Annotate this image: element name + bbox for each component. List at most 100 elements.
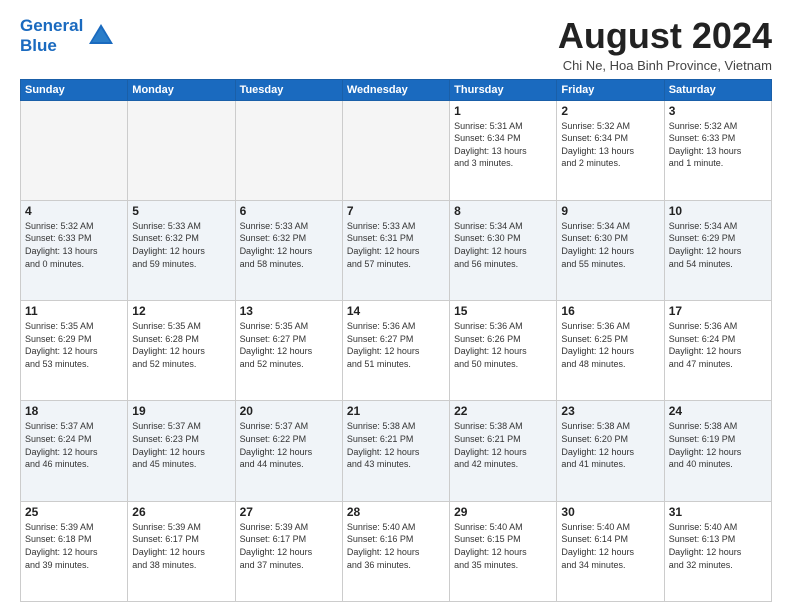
calendar-cell: 17 Sunrise: 5:36 AM Sunset: 6:24 PM Dayli… [664,301,771,401]
calendar-cell: 14 Sunrise: 5:36 AM Sunset: 6:27 PM Dayli… [342,301,449,401]
weekday-header-friday: Friday [557,79,664,100]
day-number: 26 [132,505,230,519]
day-info: Sunrise: 5:33 AM Sunset: 6:32 PM Dayligh… [132,220,230,270]
day-number: 10 [669,204,767,218]
weekday-header-sunday: Sunday [21,79,128,100]
calendar-cell [128,100,235,200]
weekday-header-monday: Monday [128,79,235,100]
weekday-header-wednesday: Wednesday [342,79,449,100]
day-number: 28 [347,505,445,519]
day-info: Sunrise: 5:31 AM Sunset: 6:34 PM Dayligh… [454,120,552,170]
calendar-header: SundayMondayTuesdayWednesdayThursdayFrid… [21,79,772,100]
day-number: 20 [240,404,338,418]
calendar-cell: 31 Sunrise: 5:40 AM Sunset: 6:13 PM Dayli… [664,501,771,601]
calendar-week-row-3: 11 Sunrise: 5:35 AM Sunset: 6:29 PM Dayli… [21,301,772,401]
day-number: 21 [347,404,445,418]
day-number: 25 [25,505,123,519]
day-number: 3 [669,104,767,118]
day-info: Sunrise: 5:39 AM Sunset: 6:17 PM Dayligh… [240,521,338,571]
day-info: Sunrise: 5:32 AM Sunset: 6:33 PM Dayligh… [25,220,123,270]
calendar-cell: 3 Sunrise: 5:32 AM Sunset: 6:33 PM Daylig… [664,100,771,200]
calendar-week-row-1: 1 Sunrise: 5:31 AM Sunset: 6:34 PM Daylig… [21,100,772,200]
day-number: 17 [669,304,767,318]
calendar-cell: 2Sunrise: 5:32 AM Sunset: 6:34 PM Daylig… [557,100,664,200]
day-number: 29 [454,505,552,519]
day-info: Sunrise: 5:36 AM Sunset: 6:27 PM Dayligh… [347,320,445,370]
day-info: Sunrise: 5:38 AM Sunset: 6:20 PM Dayligh… [561,420,659,470]
day-number: 14 [347,304,445,318]
weekday-header-tuesday: Tuesday [235,79,342,100]
calendar-cell: 10 Sunrise: 5:34 AM Sunset: 6:29 PM Dayli… [664,200,771,300]
day-number: 4 [25,204,123,218]
day-info: Sunrise: 5:40 AM Sunset: 6:13 PM Dayligh… [669,521,767,571]
day-number: 27 [240,505,338,519]
day-number: 16 [561,304,659,318]
day-info: Sunrise: 5:32 AM Sunset: 6:33 PM Dayligh… [669,120,767,170]
calendar-week-row-5: 25 Sunrise: 5:39 AM Sunset: 6:18 PM Dayli… [21,501,772,601]
calendar-cell: 25 Sunrise: 5:39 AM Sunset: 6:18 PM Dayli… [21,501,128,601]
logo: General Blue [20,16,115,55]
calendar-cell: 30 Sunrise: 5:40 AM Sunset: 6:14 PM Dayli… [557,501,664,601]
weekday-header-saturday: Saturday [664,79,771,100]
day-info: Sunrise: 5:38 AM Sunset: 6:21 PM Dayligh… [454,420,552,470]
calendar-cell: 22Sunrise: 5:38 AM Sunset: 6:21 PM Dayli… [450,401,557,501]
day-info: Sunrise: 5:37 AM Sunset: 6:22 PM Dayligh… [240,420,338,470]
calendar-cell: 21 Sunrise: 5:38 AM Sunset: 6:21 PM Dayli… [342,401,449,501]
day-number: 6 [240,204,338,218]
day-info: Sunrise: 5:36 AM Sunset: 6:26 PM Dayligh… [454,320,552,370]
calendar-cell: 19 Sunrise: 5:37 AM Sunset: 6:23 PM Dayli… [128,401,235,501]
calendar-cell: 4 Sunrise: 5:32 AM Sunset: 6:33 PM Daylig… [21,200,128,300]
title-block: August 2024 Chi Ne, Hoa Binh Province, V… [558,16,772,73]
day-info: Sunrise: 5:32 AM Sunset: 6:34 PM Dayligh… [561,120,659,170]
calendar-cell: 9Sunrise: 5:34 AM Sunset: 6:30 PM Daylig… [557,200,664,300]
day-number: 5 [132,204,230,218]
day-number: 12 [132,304,230,318]
day-info: Sunrise: 5:39 AM Sunset: 6:17 PM Dayligh… [132,521,230,571]
day-info: Sunrise: 5:36 AM Sunset: 6:25 PM Dayligh… [561,320,659,370]
calendar-cell: 28 Sunrise: 5:40 AM Sunset: 6:16 PM Dayli… [342,501,449,601]
calendar-cell: 5 Sunrise: 5:33 AM Sunset: 6:32 PM Daylig… [128,200,235,300]
day-info: Sunrise: 5:38 AM Sunset: 6:19 PM Dayligh… [669,420,767,470]
calendar-cell: 7 Sunrise: 5:33 AM Sunset: 6:31 PM Daylig… [342,200,449,300]
day-number: 7 [347,204,445,218]
day-info: Sunrise: 5:37 AM Sunset: 6:23 PM Dayligh… [132,420,230,470]
day-number: 30 [561,505,659,519]
day-info: Sunrise: 5:36 AM Sunset: 6:24 PM Dayligh… [669,320,767,370]
weekday-header-row: SundayMondayTuesdayWednesdayThursdayFrid… [21,79,772,100]
day-info: Sunrise: 5:38 AM Sunset: 6:21 PM Dayligh… [347,420,445,470]
day-number: 23 [561,404,659,418]
calendar-cell: 26 Sunrise: 5:39 AM Sunset: 6:17 PM Dayli… [128,501,235,601]
day-number: 1 [454,104,552,118]
day-number: 31 [669,505,767,519]
day-number: 15 [454,304,552,318]
page: General Blue August 2024 Chi Ne, Hoa Bin… [0,0,792,612]
day-info: Sunrise: 5:33 AM Sunset: 6:31 PM Dayligh… [347,220,445,270]
day-number: 24 [669,404,767,418]
logo-line1: General [20,16,83,36]
day-number: 19 [132,404,230,418]
day-info: Sunrise: 5:35 AM Sunset: 6:29 PM Dayligh… [25,320,123,370]
calendar-cell: 18Sunrise: 5:37 AM Sunset: 6:24 PM Dayli… [21,401,128,501]
calendar-cell: 8Sunrise: 5:34 AM Sunset: 6:30 PM Daylig… [450,200,557,300]
month-title: August 2024 [558,16,772,56]
day-info: Sunrise: 5:34 AM Sunset: 6:29 PM Dayligh… [669,220,767,270]
calendar-cell: 13 Sunrise: 5:35 AM Sunset: 6:27 PM Dayli… [235,301,342,401]
calendar-cell [21,100,128,200]
day-number: 13 [240,304,338,318]
day-info: Sunrise: 5:40 AM Sunset: 6:16 PM Dayligh… [347,521,445,571]
day-info: Sunrise: 5:35 AM Sunset: 6:27 PM Dayligh… [240,320,338,370]
day-info: Sunrise: 5:33 AM Sunset: 6:32 PM Dayligh… [240,220,338,270]
calendar-cell: 15 Sunrise: 5:36 AM Sunset: 6:26 PM Dayli… [450,301,557,401]
calendar-week-row-4: 18Sunrise: 5:37 AM Sunset: 6:24 PM Dayli… [21,401,772,501]
calendar-cell: 27 Sunrise: 5:39 AM Sunset: 6:17 PM Dayli… [235,501,342,601]
day-info: Sunrise: 5:40 AM Sunset: 6:14 PM Dayligh… [561,521,659,571]
day-number: 11 [25,304,123,318]
header: General Blue August 2024 Chi Ne, Hoa Bin… [20,16,772,73]
calendar-cell: 23 Sunrise: 5:38 AM Sunset: 6:20 PM Dayli… [557,401,664,501]
location-subtitle: Chi Ne, Hoa Binh Province, Vietnam [558,58,772,73]
calendar-cell: 6 Sunrise: 5:33 AM Sunset: 6:32 PM Daylig… [235,200,342,300]
calendar-cell: 29Sunrise: 5:40 AM Sunset: 6:15 PM Dayli… [450,501,557,601]
day-info: Sunrise: 5:39 AM Sunset: 6:18 PM Dayligh… [25,521,123,571]
weekday-header-thursday: Thursday [450,79,557,100]
calendar-cell: 20 Sunrise: 5:37 AM Sunset: 6:22 PM Dayli… [235,401,342,501]
